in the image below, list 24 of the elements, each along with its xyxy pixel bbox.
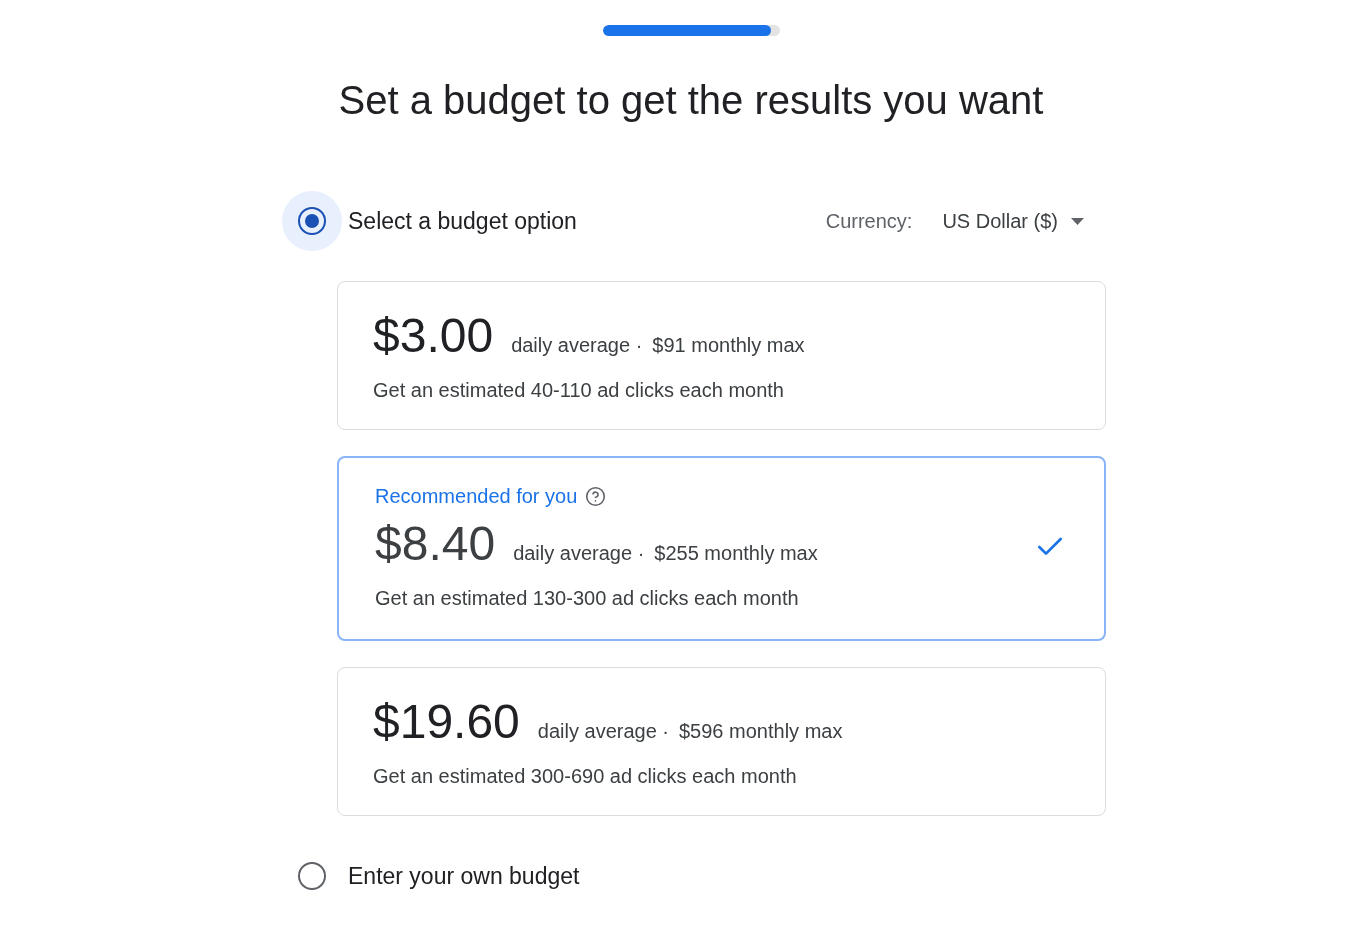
radio-label[interactable]: Select a budget option xyxy=(348,207,577,235)
daily-price: $19.60 xyxy=(373,696,520,748)
currency-label: Currency: xyxy=(825,209,913,233)
budget-option-card[interactable]: $3.00 daily average · $91 monthly max Get an estimated 40-110 ad clicks each month xyxy=(337,281,1106,430)
radio-label[interactable]: Enter your own budget xyxy=(348,862,580,890)
recommended-label: Recommended for you xyxy=(375,484,578,508)
monthly-max-label: $596 monthly max xyxy=(679,720,843,743)
daily-price: $8.40 xyxy=(375,518,496,570)
monthly-max-label: $91 monthly max xyxy=(652,334,805,357)
currency-dropdown[interactable]: US Dollar ($) xyxy=(942,209,1084,233)
daily-price: $3.00 xyxy=(373,310,494,362)
daily-average-label: daily average · xyxy=(513,542,645,565)
clicks-estimate: Get an estimated 130-300 ad clicks each month xyxy=(375,586,800,610)
help-icon[interactable] xyxy=(585,485,607,507)
budget-option-card[interactable]: Recommended for you $8.40 daily average · $255 monthly max Get an estimated 130-300 ad clicks each month xyxy=(337,456,1106,641)
monthly-max-label: $255 monthly max xyxy=(654,542,818,565)
page-title: Set a budget to get the results you want xyxy=(337,77,1045,124)
radio-button[interactable] xyxy=(298,862,326,890)
clicks-estimate: Get an estimated 300-690 ad clicks each month xyxy=(373,764,798,788)
budget-option-card[interactable]: $19.60 daily average · $596 monthly max Get an estimated 300-690 ad clicks each month xyxy=(337,667,1106,816)
caret-icon xyxy=(1071,217,1084,225)
daily-average-label: daily average · xyxy=(511,334,643,357)
daily-average-label: daily average · xyxy=(537,720,669,743)
clicks-estimate: Get an estimated 40-110 ad clicks each month xyxy=(373,378,785,402)
